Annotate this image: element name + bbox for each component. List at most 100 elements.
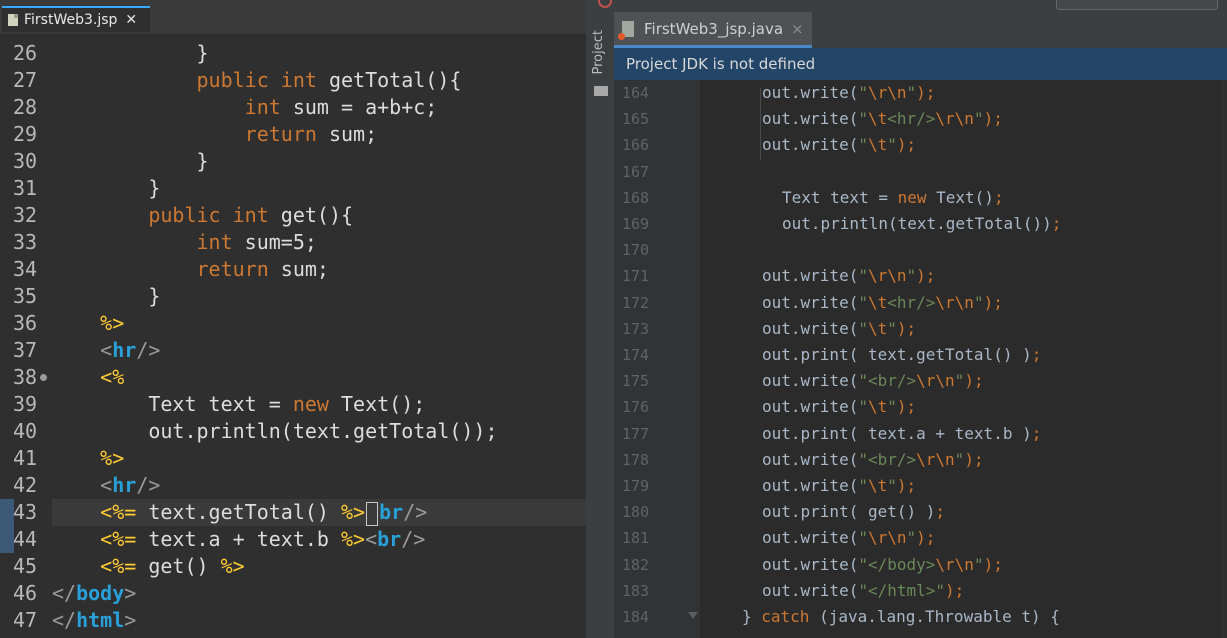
code-line[interactable]: 176 out.write("\t"); — [614, 394, 1227, 420]
line-number: 168 — [622, 188, 650, 207]
code-line[interactable]: 28 int sum = a+b+c; — [0, 94, 586, 121]
code-line[interactable]: 40 out.println(text.getTotal()); — [0, 418, 586, 445]
code-text: Text text = new Text(); — [52, 392, 426, 416]
tab-label: FirstWeb3.jsp — [24, 12, 118, 28]
line-number: 34 — [13, 257, 38, 281]
code-text: out.write("<br/>\r\n"); — [762, 449, 984, 469]
code-line[interactable]: 26 } — [0, 40, 586, 67]
code-line[interactable]: 181 out.write("\r\n"); — [614, 525, 1227, 551]
code-text: <%= text.a + text.b %><br/> — [100, 527, 426, 551]
line-gutter: 34 — [0, 256, 52, 283]
code-text: return sum; — [244, 122, 378, 146]
code-line[interactable]: 44 <%= text.a + text.b %><br/> — [0, 526, 586, 553]
code-line[interactable]: 173 out.write("\t"); — [614, 316, 1227, 342]
code-line[interactable]: 174 out.print( text.getTotal() ); — [614, 342, 1227, 368]
code-text: out.write("</html>"); — [762, 580, 965, 600]
code-line[interactable]: 34 return sum; — [0, 256, 586, 283]
code-text: out.print( text.getTotal() ); — [762, 345, 1042, 364]
code-line[interactable]: 36 %> — [0, 310, 586, 337]
project-tool-button[interactable]: Project — [591, 30, 606, 74]
code-line[interactable]: 39 Text text = new Text(); — [0, 391, 586, 418]
code-line[interactable]: 45 <%= get() %> — [0, 553, 586, 580]
indent-guide — [760, 88, 761, 160]
run-icon[interactable] — [598, 0, 612, 8]
code-line[interactable]: 46 </body> — [0, 580, 586, 607]
line-gutter: 26 — [0, 40, 52, 67]
line-gutter: 43 — [0, 499, 52, 526]
jsp-code-area[interactable]: 26 } 27 public int getTotal(){28 int sum … — [0, 40, 586, 638]
code-line[interactable]: 171 out.write("\r\n"); — [614, 263, 1227, 289]
line-number: 182 — [622, 555, 650, 574]
line-number: 171 — [622, 267, 650, 286]
code-text: return sum; — [196, 257, 329, 281]
line-gutter: 27 — [0, 67, 52, 94]
code-line[interactable]: 31 } — [0, 175, 586, 202]
code-line[interactable]: 172 out.write("\t<hr/>\r\n"); — [614, 290, 1227, 316]
jsp-editor-pane: FirstWeb3.jsp ✕ 26 } 27 public int getTot… — [0, 0, 586, 638]
code-line[interactable]: 167 — [614, 159, 1227, 185]
code-line[interactable]: 27 public int getTotal(){ — [0, 67, 586, 94]
code-line[interactable]: 178 out.write("<br/>\r\n"); — [614, 447, 1227, 473]
code-line[interactable]: 168 Text text = new Text(); — [614, 185, 1227, 211]
code-line[interactable]: 177 out.print( text.a + text.b ); — [614, 421, 1227, 447]
line-number: 169 — [622, 215, 650, 233]
code-line[interactable]: 41 %> — [0, 445, 586, 472]
java-tab-bar: FirstWeb3_jsp.java × — [614, 12, 1227, 49]
code-line[interactable]: 180 out.print( get() ); — [614, 499, 1227, 525]
line-number: 184 — [622, 608, 650, 626]
line-number: 183 — [622, 581, 650, 600]
vertical-scrollbar[interactable] — [1221, 80, 1227, 638]
code-text: out.write("<br/>\r\n"); — [762, 371, 984, 391]
line-gutter: 38 — [0, 364, 52, 391]
java-code-area[interactable]: 164 out.write("\r\n"); 165 out.write("\t<hr… — [614, 80, 1227, 638]
code-line[interactable]: 170 — [614, 237, 1227, 263]
code-text: out.write("\r\n"); — [762, 83, 936, 102]
line-number: 37 — [13, 338, 38, 362]
code-text: } — [196, 149, 209, 173]
code-line[interactable]: 169 out.println(text.getTotal()); — [614, 211, 1227, 237]
code-text: out.write("\t"); — [762, 397, 917, 417]
fold-toggle-icon[interactable] — [40, 374, 47, 381]
code-line[interactable]: 33 int sum=5; — [0, 229, 586, 256]
line-number: 29 — [13, 122, 38, 146]
line-number: 181 — [622, 529, 650, 548]
line-number: 173 — [622, 319, 650, 338]
line-number: 40 — [13, 419, 38, 443]
line-number: 176 — [622, 398, 650, 417]
code-line[interactable]: 29 return sum; — [0, 121, 586, 148]
code-text: int sum=5; — [196, 230, 317, 254]
code-line[interactable]: 32 public int get(){ — [0, 202, 586, 229]
code-text: public int getTotal(){ — [196, 68, 462, 92]
line-gutter: 36 — [0, 310, 52, 337]
code-line[interactable]: 183 out.write("</html>"); — [614, 578, 1227, 604]
code-line[interactable]: 47 </html> — [0, 607, 586, 634]
close-icon[interactable]: ✕ — [125, 12, 137, 28]
tab-firstweb3-jsp-java[interactable]: FirstWeb3_jsp.java × — [614, 12, 812, 48]
fold-toggle-icon[interactable] — [688, 612, 698, 619]
line-number: 172 — [622, 293, 650, 312]
line-number: 177 — [622, 424, 650, 443]
code-line[interactable]: 175 out.write("<br/>\r\n"); — [614, 368, 1227, 394]
folder-icon — [594, 86, 608, 96]
code-line[interactable]: 30 } — [0, 148, 586, 175]
close-icon[interactable]: × — [791, 20, 804, 38]
code-line[interactable]: 184} catch (java.lang.Throwable t) { — [614, 604, 1227, 630]
tab-firstweb3-jsp[interactable]: FirstWeb3.jsp ✕ — [2, 6, 150, 32]
code-line[interactable]: 38 <% — [0, 364, 586, 391]
run-configuration-button[interactable] — [1056, 0, 1218, 10]
code-line[interactable]: 42 <hr/> — [0, 472, 586, 499]
line-gutter: 47 — [0, 607, 52, 634]
code-text: <hr/> — [100, 338, 161, 362]
code-line[interactable]: 166 out.write("\t"); — [614, 132, 1227, 158]
code-line[interactable]: 182 out.write("</body>\r\n"); — [614, 552, 1227, 578]
code-text: } — [148, 284, 161, 308]
code-line[interactable]: 165 out.write("\t<hr/>\r\n"); — [614, 106, 1227, 132]
code-line[interactable]: 179 out.write("\t"); — [614, 473, 1227, 499]
code-text: <hr/> — [100, 473, 161, 497]
tab-label: FirstWeb3_jsp.java — [644, 19, 784, 38]
code-line[interactable]: 37 <hr/> — [0, 337, 586, 364]
code-line[interactable]: 164 out.write("\r\n"); — [614, 80, 1227, 106]
code-text: </html> — [52, 608, 137, 632]
code-line[interactable]: 43 <%= text.getTotal() %> br/> — [0, 499, 586, 526]
code-line[interactable]: 35 } — [0, 283, 586, 310]
